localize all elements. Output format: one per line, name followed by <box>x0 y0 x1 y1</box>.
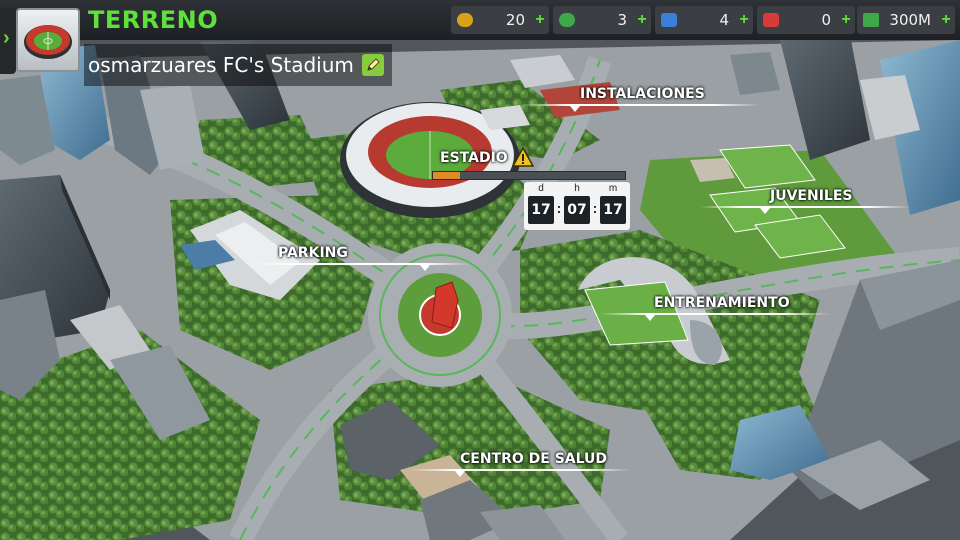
energy-value: 4 <box>719 11 729 29</box>
installaciones-pin <box>570 106 580 112</box>
juveniles-underline <box>700 206 910 208</box>
installaciones-label[interactable]: INSTALACIONES <box>580 86 705 102</box>
construction-timer: d h m 17 : 07 : 17 <box>524 182 630 230</box>
estadio-progress-bar <box>432 171 626 180</box>
whistle-icon <box>559 13 575 27</box>
parking-underline <box>250 263 470 265</box>
health-packs-counter: 0 + <box>757 6 855 34</box>
timer-separator: : <box>592 200 598 216</box>
estadio-label[interactable]: ESTADIO <box>440 150 508 166</box>
money-counter: 300M + <box>857 6 955 34</box>
stadium-icon-button[interactable] <box>16 8 80 72</box>
chevron-right-icon: › <box>3 27 10 49</box>
centro-salud-underline <box>410 469 630 471</box>
entrenamiento-underline <box>600 313 830 315</box>
health-packs-value: 0 <box>821 11 831 29</box>
timer-hours-label: h <box>574 183 580 194</box>
add-training-tokens-button[interactable]: + <box>633 6 651 34</box>
timer-minutes: 17 <box>600 196 626 224</box>
centro-salud-label[interactable]: CENTRO DE SALUD <box>460 451 607 467</box>
parking-pin <box>420 265 430 271</box>
training-tokens-counter: 3 + <box>553 6 651 34</box>
timer-hours: 07 <box>564 196 590 224</box>
estadio-progress-fill <box>433 172 460 179</box>
side-panel-toggle[interactable]: › <box>0 8 16 74</box>
entrenamiento-label[interactable]: ENTRENAMIENTO <box>654 295 790 311</box>
add-money-button[interactable]: + <box>937 6 955 34</box>
timer-days: 17 <box>528 196 554 224</box>
cash-icon <box>863 13 879 27</box>
timer-separator: : <box>556 200 562 216</box>
coins-counter: 20 + <box>451 6 549 34</box>
medkit-icon <box>763 13 779 27</box>
warning-icon <box>512 147 534 167</box>
add-coins-button[interactable]: + <box>531 6 549 34</box>
energy-counter: 4 + <box>655 6 753 34</box>
timer-minutes-label: m <box>608 183 618 194</box>
entrenamiento-pin <box>645 315 655 321</box>
stadium-name-bar: osmarzuares FC's Stadium <box>84 44 392 86</box>
money-value: 300M <box>889 11 931 29</box>
add-energy-button[interactable]: + <box>735 6 753 34</box>
centro-salud-pin <box>455 471 465 477</box>
page-title: TERRENO <box>88 6 219 34</box>
juveniles-label[interactable]: JUVENILES <box>770 188 852 204</box>
installaciones-underline <box>520 104 760 106</box>
stadium-icon <box>24 25 72 59</box>
edit-name-button[interactable] <box>361 54 384 76</box>
add-health-packs-button[interactable]: + <box>837 6 855 34</box>
training-tokens-value: 3 <box>617 11 627 29</box>
stadium-name: osmarzuares FC's Stadium <box>88 53 354 77</box>
coins-value: 20 <box>505 11 525 29</box>
juveniles-pin <box>760 208 770 214</box>
timer-days-label: d <box>538 183 544 194</box>
pencil-icon <box>367 58 380 71</box>
coin-icon <box>457 13 473 27</box>
lightning-icon <box>661 13 677 27</box>
parking-label[interactable]: PARKING <box>278 245 348 261</box>
